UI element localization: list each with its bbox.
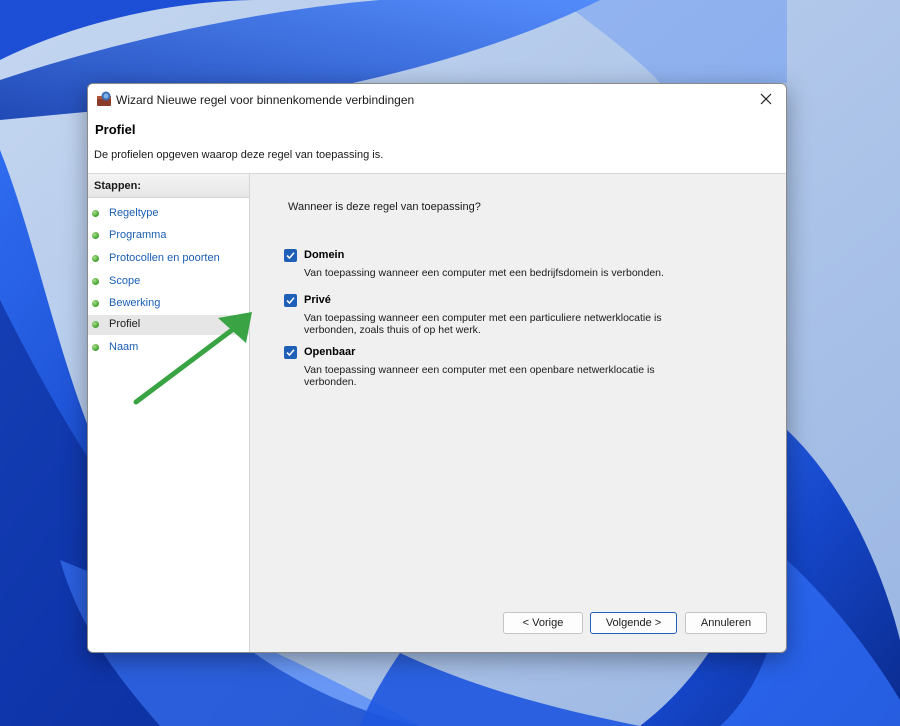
steps-sidebar: Stappen: Regeltype Programma Protocollen…	[88, 174, 250, 652]
cancel-button[interactable]: Annuleren	[685, 612, 767, 634]
prive-description: Van toepassing wanneer een computer met …	[304, 312, 662, 336]
domein-label[interactable]: Domein	[304, 249, 344, 261]
close-button[interactable]	[746, 84, 786, 114]
prive-checkbox[interactable]	[284, 294, 297, 307]
steps-header: Stappen:	[88, 174, 249, 198]
step-scope[interactable]: Scope	[88, 272, 249, 292]
prive-label[interactable]: Privé	[304, 294, 331, 306]
step-bewerking[interactable]: Bewerking	[88, 294, 249, 314]
step-complete-icon	[92, 210, 99, 217]
openbaar-checkbox[interactable]	[284, 346, 297, 359]
wizard-dialog: Wizard Nieuwe regel voor binnenkomende v…	[87, 83, 787, 653]
question-label: Wanneer is deze regel van toepassing?	[288, 201, 481, 213]
step-naam[interactable]: Naam	[88, 338, 249, 358]
step-pending-icon	[92, 344, 99, 351]
step-label: Regeltype	[109, 207, 159, 219]
step-programma[interactable]: Programma	[88, 226, 249, 246]
domein-description: Van toepassing wanneer een computer met …	[304, 267, 664, 279]
step-label: Protocollen en poorten	[109, 252, 220, 264]
checkmark-icon	[286, 349, 295, 357]
profile-content: Wanneer is deze regel van toepassing? Do…	[251, 174, 786, 652]
title-bar: Wizard Nieuwe regel voor binnenkomende v…	[88, 84, 786, 116]
step-label: Programma	[109, 229, 167, 241]
wizard-header: Profiel De profielen opgeven waarop deze…	[88, 116, 786, 174]
step-label: Naam	[109, 341, 139, 353]
firewall-icon	[97, 91, 111, 106]
step-complete-icon	[92, 278, 99, 285]
step-profiel[interactable]: Profiel	[88, 315, 249, 335]
back-button[interactable]: < Vorige	[503, 612, 583, 634]
domein-checkbox[interactable]	[284, 249, 297, 262]
close-icon	[760, 93, 772, 105]
next-button[interactable]: Volgende >	[590, 612, 677, 634]
step-complete-icon	[92, 300, 99, 307]
checkmark-icon	[286, 252, 295, 260]
openbaar-label[interactable]: Openbaar	[304, 346, 355, 358]
step-complete-icon	[92, 255, 99, 262]
step-regeltype[interactable]: Regeltype	[88, 204, 249, 224]
page-title: Profiel	[95, 122, 136, 137]
step-current-icon	[92, 321, 99, 328]
step-protocollen-en-poorten[interactable]: Protocollen en poorten	[88, 249, 249, 269]
step-label: Scope	[109, 275, 141, 287]
openbaar-description: Van toepassing wanneer een computer met …	[304, 364, 655, 388]
steps-header-label: Stappen:	[94, 180, 142, 192]
page-description: De profielen opgeven waarop deze regel v…	[94, 149, 384, 161]
step-label: Bewerking	[109, 297, 161, 309]
checkmark-icon	[286, 297, 295, 305]
window-title: Wizard Nieuwe regel voor binnenkomende v…	[116, 93, 415, 107]
step-complete-icon	[92, 232, 99, 239]
step-label: Profiel	[109, 318, 141, 330]
